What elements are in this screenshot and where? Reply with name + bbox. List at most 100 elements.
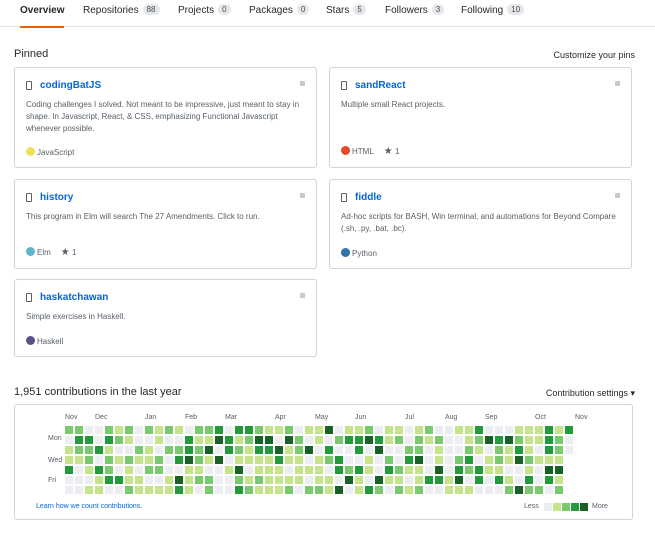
contribution-day-cell[interactable]	[505, 436, 513, 444]
contribution-day-cell[interactable]	[245, 436, 253, 444]
contribution-day-cell[interactable]	[385, 436, 393, 444]
contribution-day-cell[interactable]	[445, 446, 453, 454]
contribution-settings-dropdown[interactable]: Contribution settings ▾	[546, 388, 635, 399]
contribution-day-cell[interactable]	[95, 476, 103, 484]
contribution-day-cell[interactable]	[475, 436, 483, 444]
contribution-day-cell[interactable]	[125, 436, 133, 444]
contribution-day-cell[interactable]	[125, 426, 133, 434]
contribution-day-cell[interactable]	[145, 486, 153, 494]
contribution-day-cell[interactable]	[315, 446, 323, 454]
contribution-day-cell[interactable]	[545, 426, 553, 434]
contribution-day-cell[interactable]	[225, 426, 233, 434]
contribution-day-cell[interactable]	[125, 476, 133, 484]
contribution-day-cell[interactable]	[125, 486, 133, 494]
contribution-day-cell[interactable]	[95, 466, 103, 474]
contribution-day-cell[interactable]	[325, 456, 333, 464]
contribution-day-cell[interactable]	[545, 446, 553, 454]
contribution-day-cell[interactable]	[285, 486, 293, 494]
contribution-day-cell[interactable]	[185, 476, 193, 484]
contribution-day-cell[interactable]	[305, 466, 313, 474]
contribution-day-cell[interactable]	[205, 426, 213, 434]
contribution-day-cell[interactable]	[195, 436, 203, 444]
contribution-day-cell[interactable]	[555, 456, 563, 464]
contribution-day-cell[interactable]	[335, 466, 343, 474]
contribution-day-cell[interactable]	[405, 426, 413, 434]
contribution-day-cell[interactable]	[525, 456, 533, 464]
contribution-day-cell[interactable]	[445, 426, 453, 434]
contribution-day-cell[interactable]	[535, 476, 543, 484]
contribution-day-cell[interactable]	[275, 466, 283, 474]
contribution-day-cell[interactable]	[495, 486, 503, 494]
contribution-day-cell[interactable]	[165, 486, 173, 494]
contribution-day-cell[interactable]	[435, 436, 443, 444]
contribution-day-cell[interactable]	[305, 426, 313, 434]
contribution-day-cell[interactable]	[125, 446, 133, 454]
contribution-day-cell[interactable]	[155, 466, 163, 474]
contribution-day-cell[interactable]	[555, 476, 563, 484]
contribution-day-cell[interactable]	[465, 466, 473, 474]
repo-name-link[interactable]: sandReact	[355, 80, 406, 91]
contribution-day-cell[interactable]	[505, 456, 513, 464]
contribution-day-cell[interactable]	[185, 486, 193, 494]
contribution-day-cell[interactable]	[155, 456, 163, 464]
contribution-day-cell[interactable]	[245, 476, 253, 484]
contribution-day-cell[interactable]	[505, 446, 513, 454]
contribution-day-cell[interactable]	[205, 466, 213, 474]
contribution-day-cell[interactable]	[355, 436, 363, 444]
contribution-day-cell[interactable]	[505, 476, 513, 484]
contribution-day-cell[interactable]	[445, 476, 453, 484]
contribution-day-cell[interactable]	[415, 426, 423, 434]
contribution-day-cell[interactable]	[475, 466, 483, 474]
contribution-day-cell[interactable]	[145, 456, 153, 464]
contribution-day-cell[interactable]	[455, 486, 463, 494]
contribution-day-cell[interactable]	[195, 456, 203, 464]
contribution-day-cell[interactable]	[205, 446, 213, 454]
contribution-day-cell[interactable]	[485, 456, 493, 464]
customize-pins-link[interactable]: Customize your pins	[553, 50, 635, 60]
contribution-day-cell[interactable]	[435, 476, 443, 484]
contribution-day-cell[interactable]	[405, 476, 413, 484]
contribution-day-cell[interactable]	[195, 426, 203, 434]
contribution-day-cell[interactable]	[165, 426, 173, 434]
contribution-day-cell[interactable]	[415, 456, 423, 464]
repo-name-link[interactable]: haskatchawan	[40, 292, 108, 303]
contribution-day-cell[interactable]	[465, 436, 473, 444]
contribution-day-cell[interactable]	[215, 446, 223, 454]
contribution-day-cell[interactable]	[365, 486, 373, 494]
contribution-day-cell[interactable]	[455, 476, 463, 484]
contribution-day-cell[interactable]	[515, 426, 523, 434]
contribution-day-cell[interactable]	[145, 436, 153, 444]
contribution-day-cell[interactable]	[255, 476, 263, 484]
contribution-day-cell[interactable]	[65, 446, 73, 454]
contribution-day-cell[interactable]	[455, 426, 463, 434]
contribution-day-cell[interactable]	[385, 446, 393, 454]
contribution-day-cell[interactable]	[515, 456, 523, 464]
repo-name-link[interactable]: history	[40, 192, 73, 203]
contribution-day-cell[interactable]	[195, 476, 203, 484]
contribution-day-cell[interactable]	[555, 486, 563, 494]
contribution-day-cell[interactable]	[385, 476, 393, 484]
contribution-day-cell[interactable]	[105, 476, 113, 484]
contribution-day-cell[interactable]	[235, 426, 243, 434]
contribution-day-cell[interactable]	[315, 476, 323, 484]
contribution-day-cell[interactable]	[425, 446, 433, 454]
contribution-day-cell[interactable]	[475, 446, 483, 454]
contribution-day-cell[interactable]	[105, 486, 113, 494]
contribution-day-cell[interactable]	[515, 436, 523, 444]
contribution-day-cell[interactable]	[455, 466, 463, 474]
contribution-day-cell[interactable]	[525, 436, 533, 444]
contribution-day-cell[interactable]	[135, 436, 143, 444]
contribution-day-cell[interactable]	[365, 446, 373, 454]
contribution-day-cell[interactable]	[315, 436, 323, 444]
contribution-day-cell[interactable]	[185, 436, 193, 444]
contribution-day-cell[interactable]	[285, 456, 293, 464]
contribution-day-cell[interactable]	[65, 476, 73, 484]
contribution-day-cell[interactable]	[195, 486, 203, 494]
contribution-day-cell[interactable]	[385, 486, 393, 494]
contribution-day-cell[interactable]	[115, 426, 123, 434]
contribution-day-cell[interactable]	[255, 456, 263, 464]
contribution-day-cell[interactable]	[75, 476, 83, 484]
contribution-day-cell[interactable]	[435, 446, 443, 454]
contribution-day-cell[interactable]	[305, 436, 313, 444]
contribution-day-cell[interactable]	[185, 446, 193, 454]
